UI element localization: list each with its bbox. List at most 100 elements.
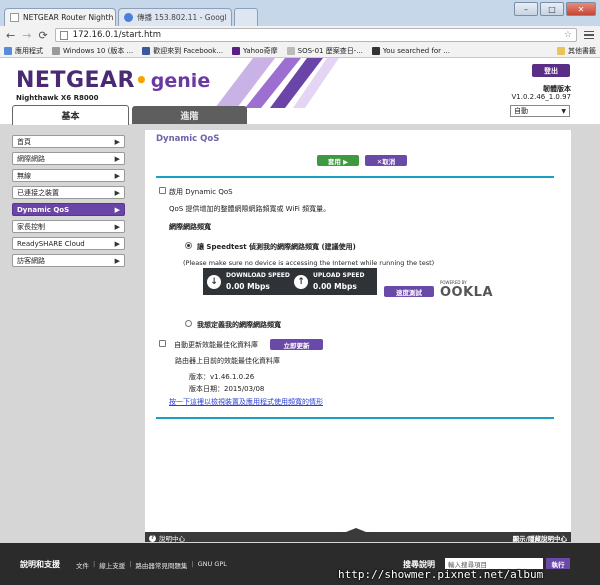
- chevron-right-icon: ▶: [114, 137, 120, 146]
- divider: [156, 176, 554, 178]
- tab-advanced[interactable]: 進階: [132, 106, 247, 124]
- sidebar-item-internet[interactable]: 網際網路 ▶: [12, 152, 125, 165]
- help-center-label: 說明中心: [159, 535, 185, 543]
- db-description: 路由器上目前的效能最佳化資料庫: [175, 357, 280, 365]
- bookmark-item[interactable]: Yahoo奇摩: [232, 46, 278, 56]
- browser-tab-router[interactable]: NETGEAR Router Nighth ×: [4, 8, 116, 26]
- back-icon[interactable]: ←: [6, 30, 15, 41]
- apps-icon: [4, 46, 12, 55]
- sidebar-item-wireless[interactable]: 無線 ▶: [12, 169, 125, 182]
- minimize-button[interactable]: –: [514, 2, 538, 16]
- address-bar[interactable]: 172.16.0.1/start.htm ☆: [54, 28, 577, 42]
- close-window-button[interactable]: ✕: [566, 2, 596, 16]
- page-icon: [371, 46, 380, 55]
- enable-qos-checkbox[interactable]: [159, 187, 166, 194]
- browser-tab-title: 傳播 153.802.11 - Googl: [137, 13, 227, 22]
- apply-button[interactable]: 套用 ▶: [317, 155, 359, 166]
- bookmark-apps[interactable]: 應用程式: [4, 46, 43, 56]
- tab-basic[interactable]: 基本: [12, 105, 129, 125]
- speed-test-button[interactable]: 速度測試: [384, 286, 434, 297]
- db-date: 版本日期：2015/03/08: [189, 385, 265, 393]
- page-title: Dynamic QoS: [156, 134, 220, 144]
- forward-icon[interactable]: →: [22, 30, 31, 41]
- view-devices-link[interactable]: 按一下這裡以檢視裝置及應用程式使用頻寬的情形: [169, 397, 323, 407]
- new-tab-button[interactable]: [234, 8, 258, 26]
- google-icon: [124, 13, 133, 22]
- logo-dot: •: [135, 68, 148, 92]
- sidebar-item-label: 網際網路: [17, 154, 45, 163]
- bookmark-label: 歡迎來到 Facebook...: [153, 46, 224, 55]
- enable-qos-label: 啟用 Dynamic QoS: [169, 188, 233, 196]
- maximize-button[interactable]: □: [540, 2, 564, 16]
- cancel-button[interactable]: ✕取消: [365, 155, 407, 166]
- bookmark-label: SOS-01 歷案查日-...: [297, 46, 363, 55]
- footer-link-online-support[interactable]: 線上支援: [99, 560, 125, 570]
- page-icon: [286, 46, 295, 55]
- bookmark-label: 應用程式: [15, 46, 43, 55]
- speed-panel: ↓ DOWNLOAD SPEED 0.00 Mbps ↑ UPLOAD SPEE…: [203, 268, 377, 295]
- facebook-icon: [142, 46, 151, 55]
- search-go-button[interactable]: 執行: [546, 558, 570, 569]
- support-links: 文件 | 線上支援 | 路由器常見問題集 | GNU GPL: [76, 560, 227, 570]
- bookmark-item[interactable]: You searched for ...: [371, 46, 450, 55]
- menu-icon[interactable]: [584, 30, 594, 40]
- sidebar-item-label: 已連接之裝置: [17, 188, 59, 197]
- page-icon: [52, 46, 60, 55]
- other-bookmarks[interactable]: 其他書籤: [557, 46, 596, 56]
- sidebar-item-label: ReadySHARE Cloud: [17, 239, 85, 248]
- browser-toolbar: ← → ⟳ 172.16.0.1/start.htm ☆: [0, 26, 600, 44]
- sidebar-item-dynamic-qos[interactable]: Dynamic QoS ▶: [12, 203, 125, 216]
- close-tab-icon[interactable]: ×: [113, 13, 115, 22]
- sidebar-item-parental-controls[interactable]: 家長控制 ▶: [12, 220, 125, 233]
- qos-description: QoS 提供增加的整體網際網路頻寬或 WiFi 頻寬量。: [169, 205, 331, 213]
- sidebar-item-guest-network[interactable]: 訪客網路 ▶: [12, 254, 125, 267]
- update-now-button[interactable]: 立即更新: [270, 339, 323, 350]
- bookmark-item[interactable]: 歡迎來到 Facebook...: [142, 46, 223, 56]
- arrow-up-icon: ↑: [294, 274, 308, 289]
- speedtest-radio[interactable]: [185, 242, 192, 249]
- browser-tab-google[interactable]: 傳播 153.802.11 - Googl ×: [118, 8, 232, 26]
- footer-link-gpl[interactable]: GNU GPL: [198, 560, 227, 570]
- upload-value: 0.00 Mbps: [313, 282, 357, 291]
- collapse-handle-icon[interactable]: [341, 528, 371, 534]
- upload-label: UPLOAD SPEED: [313, 272, 365, 279]
- auto-update-checkbox[interactable]: [159, 340, 166, 347]
- sidebar-item-home[interactable]: 首頁 ▶: [12, 135, 125, 148]
- router-model: Nighthawk X6 R8000: [16, 94, 99, 102]
- toggle-help-center[interactable]: 顯示/隱藏說明中心: [513, 533, 567, 543]
- language-select[interactable]: 自動 ▼: [510, 105, 570, 117]
- bookmark-item[interactable]: SOS-01 歷案查日-...: [286, 46, 363, 56]
- chevron-right-icon: ▶: [114, 154, 120, 163]
- support-title: 說明和支援: [20, 560, 60, 569]
- netgear-genie-logo: NETGEAR • genie: [16, 68, 210, 93]
- url-text: 172.16.0.1/start.htm: [72, 30, 161, 40]
- manual-bandwidth-radio[interactable]: [185, 320, 192, 327]
- download-speed-block: ↓ DOWNLOAD SPEED 0.00 Mbps: [203, 268, 290, 295]
- reload-icon[interactable]: ⟳: [38, 30, 47, 41]
- separator: |: [191, 560, 194, 568]
- arrow-down-icon: ↓: [207, 274, 221, 289]
- star-icon[interactable]: ☆: [564, 30, 572, 40]
- sidebar-item-label: Dynamic QoS: [17, 205, 70, 214]
- sidebar-item-label: 無線: [17, 171, 31, 180]
- sidebar-item-attached-devices[interactable]: 已連接之裝置 ▶: [12, 186, 125, 199]
- separator: |: [129, 560, 132, 568]
- footer-link-faq[interactable]: 路由器常見問題集: [135, 560, 187, 570]
- auto-update-label: 自動更新效能最佳化資料庫: [174, 341, 258, 349]
- help-icon: ?: [149, 534, 156, 542]
- browser-tab-title: NETGEAR Router Nighth: [23, 13, 114, 22]
- page-icon: [59, 30, 68, 40]
- footer-link-docs[interactable]: 文件: [76, 560, 89, 570]
- language-value: 自動: [514, 107, 528, 115]
- sidebar-item-label: 家長控制: [17, 222, 45, 231]
- window-controls: – □ ✕: [514, 2, 596, 16]
- content-panel: Dynamic QoS 套用 ▶ ✕取消 啟用 Dynamic QoS QoS …: [145, 130, 571, 543]
- help-center-link[interactable]: ? 說明中心: [149, 533, 185, 543]
- sidebar-item-readyshare-cloud[interactable]: ReadySHARE Cloud ▶: [12, 237, 125, 250]
- divider: [156, 417, 554, 419]
- sidebar-menu: 首頁 ▶ 網際網路 ▶ 無線 ▶ 已連接之裝置 ▶ Dynamic QoS ▶ 家長控制 ▶…: [12, 135, 125, 271]
- logout-button[interactable]: 登出: [532, 64, 570, 77]
- bookmark-item[interactable]: Windows 10 (版本 ...: [52, 46, 133, 56]
- chevron-right-icon: ▶: [114, 239, 120, 248]
- close-tab-icon[interactable]: ×: [227, 13, 232, 22]
